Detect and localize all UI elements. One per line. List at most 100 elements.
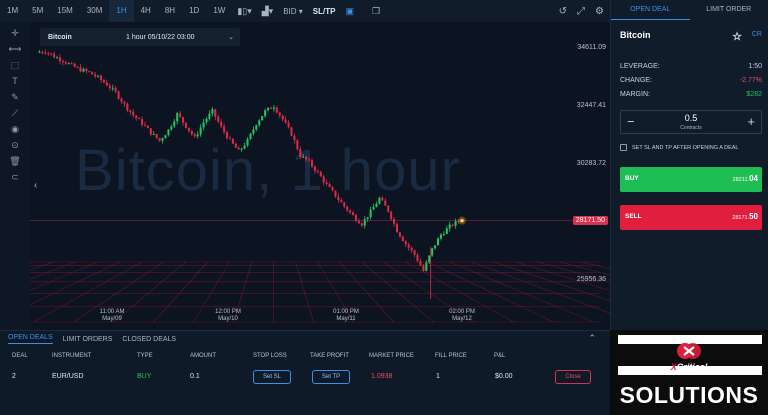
timeframe-8h[interactable]: 8H [158, 0, 182, 22]
candle-body [146, 125, 149, 129]
change-value: -2.77% [739, 77, 762, 84]
tab-closed-deals[interactable]: CLOSED DEALS [122, 336, 176, 343]
deal-type: BUY [137, 373, 152, 380]
horizontal-line-icon[interactable]: ⟷ [9, 43, 22, 55]
tab-open-deals[interactable]: OPEN DEALS [8, 334, 53, 344]
close-deal-button[interactable]: Close [555, 370, 591, 384]
lock-icon[interactable]: ⊙ [11, 139, 19, 151]
column-header: DEAL [12, 353, 28, 359]
set-sl-button[interactable]: Set SL [253, 370, 291, 384]
set-tp-button[interactable]: Set TP [312, 370, 350, 384]
timeframe-1h[interactable]: 1H [109, 0, 134, 22]
current-price-dot [460, 218, 464, 223]
timeframe-5m[interactable]: 5M [25, 0, 50, 22]
save-icon[interactable]: ▣ [340, 6, 359, 17]
candle-body [158, 138, 161, 141]
price-axis-label: 30283.72 [576, 160, 606, 167]
candle-body [428, 255, 431, 263]
candle-body [50, 53, 53, 55]
candle-body [322, 176, 325, 183]
sell-label: SELL [625, 213, 642, 220]
timeframe-4h[interactable]: 4H [134, 0, 158, 22]
column-header: TYPE [137, 353, 153, 359]
sltp-checkbox-label: SET SL AND TP AFTER OPENING A DEAL [632, 144, 739, 151]
brush-icon[interactable]: ✎ [11, 91, 19, 103]
eye-icon[interactable]: ◉ [11, 123, 19, 135]
candle-body [176, 112, 179, 122]
sltp-checkbox-row[interactable]: SET SL AND TP AFTER OPENING A DEAL [620, 144, 762, 151]
ruler-icon[interactable]: ⟋ [12, 107, 18, 119]
copy-icon[interactable]: ❐ [367, 6, 385, 17]
buy-button[interactable]: BUY 28211.04 [620, 167, 762, 192]
candle-body [419, 261, 422, 266]
symbol-selector[interactable]: Bitcoin 1 hour 05/10/22 03:00 ⌄ [40, 28, 240, 46]
crosshair-icon[interactable]: ✛ [11, 27, 19, 39]
candle-body [161, 138, 164, 141]
plus-icon[interactable]: + [747, 114, 755, 129]
candle-body [58, 57, 62, 61]
star-icon[interactable]: ☆ [732, 30, 742, 43]
deal-pnl: $0.00 [495, 373, 513, 380]
price-side-select[interactable]: BID ▾ [278, 7, 308, 16]
candle-body [416, 254, 419, 262]
timeframe-1w[interactable]: 1W [206, 0, 232, 22]
grid-line [153, 261, 208, 323]
candle-body [328, 183, 331, 188]
candle-body [220, 121, 223, 127]
timeframe-15m[interactable]: 15M [50, 0, 80, 22]
candle-body [272, 107, 275, 109]
trash-icon[interactable]: 🗑 [9, 155, 20, 167]
candle-body [278, 112, 281, 116]
sltp-checkbox[interactable] [620, 144, 627, 151]
price-chart[interactable]: Bitcoin, 1 hour Bitcoin 1 hour 05/10/22 … [30, 22, 610, 330]
candle-body [129, 110, 132, 112]
candle-body [395, 223, 399, 233]
candle-body [325, 182, 328, 184]
brand-name-rest: Critical [676, 362, 708, 372]
candle-body [184, 122, 188, 128]
candle-body [123, 101, 126, 104]
candle-body [108, 85, 111, 89]
order-tabs: OPEN DEAL LIMIT ORDER [611, 0, 768, 20]
candle-body [305, 156, 308, 160]
timeframe-30m[interactable]: 30M [80, 0, 110, 22]
cr-link[interactable]: CR [752, 31, 762, 38]
sl-tp-toggle[interactable]: SL/TP [308, 7, 341, 16]
chevron-left-icon[interactable]: ‹ [34, 180, 37, 191]
chart-type-icon[interactable]: ▟▾ [257, 6, 278, 17]
rectangle-icon[interactable]: ⬚ [11, 59, 20, 71]
date-label: May/09 [102, 316, 122, 322]
candle-body [331, 187, 334, 191]
sell-button[interactable]: SELL 28171.50 [620, 205, 762, 230]
candle-body [228, 138, 231, 140]
buy-price: 28211.04 [733, 174, 758, 183]
tab-limit-orders[interactable]: LIMIT ORDERS [63, 336, 113, 343]
brand-solutions: SOLUTIONS [619, 382, 759, 408]
fullscreen-icon[interactable]: ⤢ [577, 6, 585, 17]
magnet-icon[interactable]: ⊂ [11, 171, 19, 183]
tab-limit-order[interactable]: LIMIT ORDER [690, 0, 768, 20]
settings-icon[interactable]: ⚙ [595, 6, 604, 17]
leverage-row: LEVERAGE: 1:50 [620, 63, 762, 70]
candle-body [141, 118, 144, 125]
text-tool-icon[interactable]: T [12, 75, 18, 87]
candle-body [61, 60, 64, 62]
time-axis-label: 02:00 PM May/12 [444, 309, 480, 323]
sell-price-main: 28171. [732, 215, 750, 221]
candle-body [152, 133, 155, 135]
candle-body [442, 233, 445, 235]
tab-open-deal[interactable]: OPEN DEAL [611, 0, 690, 20]
candle-body [299, 149, 302, 157]
candle-body [343, 202, 346, 207]
date-label: May/10 [218, 316, 238, 322]
collapse-icon[interactable]: ⌃ [588, 333, 596, 344]
candle-body [357, 220, 360, 224]
timeframe-1d[interactable]: 1D [182, 0, 206, 22]
time-axis-label: 01:00 PM May/11 [328, 309, 364, 323]
quantity-input[interactable]: 0.5 [621, 113, 761, 123]
candle-body [223, 126, 226, 133]
timeframe-1m[interactable]: 1M [0, 0, 25, 22]
trading-app: 1M 5M 15M 30M 1H 4H 8H 1D 1W ▮▯▾ ▟▾ BID … [0, 0, 768, 415]
undo-icon[interactable]: ↺ [559, 6, 567, 17]
candles-type-icon[interactable]: ▮▯▾ [232, 6, 256, 17]
